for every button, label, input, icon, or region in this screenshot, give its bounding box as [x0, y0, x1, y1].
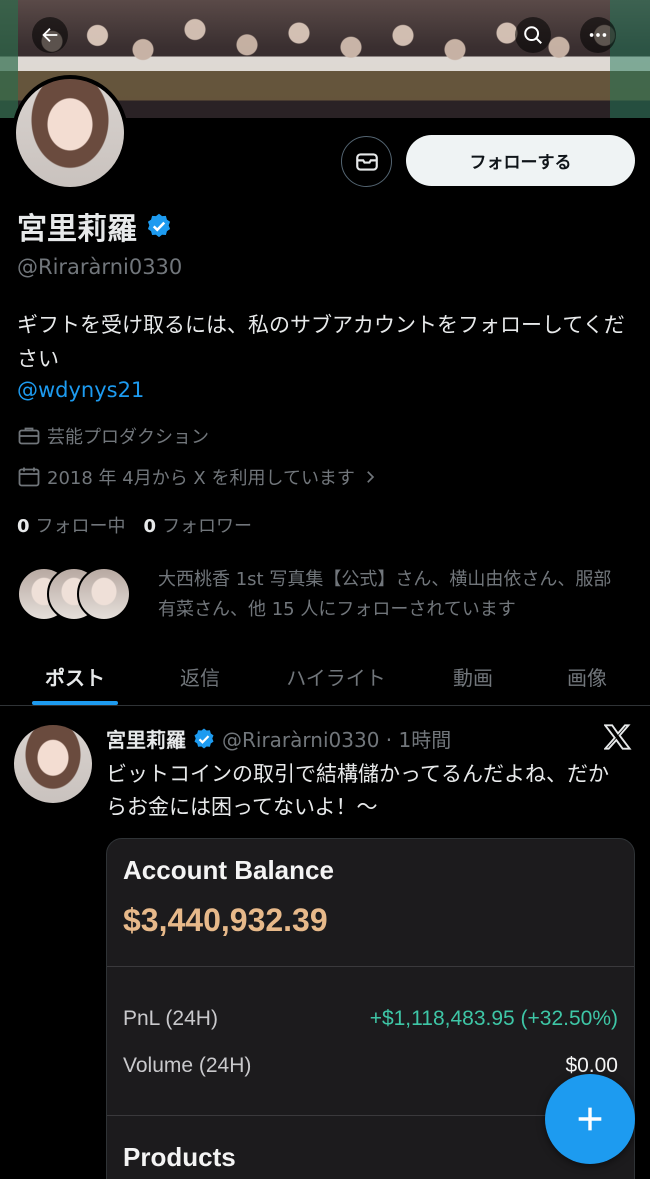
- balance-section: Account Balance $3,440,932.39: [107, 839, 634, 967]
- chevron-right-icon: [367, 471, 375, 483]
- tab-videos[interactable]: 動画: [422, 648, 524, 705]
- followers-count: 0: [143, 516, 157, 537]
- back-arrow-icon: [42, 27, 58, 43]
- tab-posts[interactable]: ポスト: [0, 648, 150, 705]
- avatar-image: [16, 79, 124, 187]
- mutual-avatars[interactable]: [17, 567, 131, 621]
- more-icon: [589, 33, 607, 37]
- profile-bio: ギフトを受け取るには、私のサブアカウントをフォローしてください: [17, 313, 625, 371]
- volume-label: Volume (24H): [123, 1054, 252, 1077]
- banner-decor-left: [0, 0, 18, 118]
- plus-icon: [578, 1107, 602, 1131]
- follow-button[interactable]: フォローする: [406, 135, 635, 186]
- volume-row: Volume (24H) $0.00: [123, 1054, 618, 1078]
- verified-icon: [194, 728, 214, 748]
- follow-stats: 0 フォロー中 0 フォロワー: [17, 512, 252, 538]
- tab-highlights[interactable]: ハイライト: [250, 648, 422, 705]
- account-balance-value: $3,440,932.39: [123, 902, 328, 938]
- tab-images[interactable]: 画像: [524, 648, 650, 705]
- mutual-followers-text[interactable]: 大西桃香 1st 写真集【公式】さん、横山由依さん、服部 有菜さん、他 15 人…: [158, 565, 633, 625]
- bio-link[interactable]: @wdynys21: [17, 378, 144, 402]
- message-button[interactable]: [341, 136, 392, 187]
- joined-row[interactable]: 2018 年 4月から X を利用しています: [17, 464, 379, 490]
- joined-label: 2018 年 4月から X を利用しています: [47, 468, 355, 489]
- pnl-row: PnL (24H) +$1,118,483.95 (+32.50%): [123, 1007, 618, 1031]
- compose-button[interactable]: [545, 1074, 635, 1164]
- tab-replies[interactable]: 返信: [150, 648, 250, 705]
- following-label: フォロー中: [35, 516, 126, 537]
- account-balance-title: Account Balance: [123, 855, 334, 885]
- briefcase-icon: [18, 427, 40, 445]
- more-button[interactable]: [580, 17, 616, 53]
- calendar-icon: [18, 467, 40, 487]
- post-avatar[interactable]: [14, 725, 92, 803]
- following-link[interactable]: 0 フォロー中: [17, 512, 126, 538]
- verified-icon: [147, 213, 171, 238]
- post-handle-time: @Riraràrni0330 · 1時間: [222, 728, 452, 752]
- search-button[interactable]: [515, 17, 551, 53]
- banner-decor-right: [610, 0, 650, 118]
- avatar: [77, 567, 131, 621]
- products-title: Products: [123, 1142, 236, 1172]
- pnl-label: PnL (24H): [123, 1007, 218, 1030]
- search-icon: [524, 26, 542, 44]
- category-label: 芸能プロダクション: [47, 427, 209, 448]
- profile-handle: @Riraràrni0330: [17, 255, 183, 279]
- profile-avatar[interactable]: [12, 75, 128, 191]
- category-row: 芸能プロダクション: [17, 423, 209, 449]
- followers-label: フォロワー: [162, 516, 253, 537]
- post-header: 宮里莉羅 @Riraràrni0330 · 1時間: [106, 724, 451, 753]
- profile-tabs: ポスト 返信 ハイライト 動画 画像: [0, 648, 650, 706]
- display-name: 宮里莉羅: [17, 212, 137, 247]
- pnl-value: +$1,118,483.95 (+32.50%): [369, 1007, 618, 1030]
- following-count: 0: [17, 516, 30, 537]
- x-logo-icon[interactable]: [603, 724, 632, 757]
- back-button[interactable]: [32, 17, 68, 53]
- display-name-row: 宮里莉羅: [17, 204, 173, 248]
- post-author[interactable]: 宮里莉羅: [106, 724, 186, 753]
- mail-icon: [355, 152, 378, 171]
- post-text: ビットコインの取引で結構儲かってるんだよね、だからお金には困ってないよ！〜: [106, 762, 609, 819]
- followers-link[interactable]: 0 フォロワー: [144, 512, 253, 538]
